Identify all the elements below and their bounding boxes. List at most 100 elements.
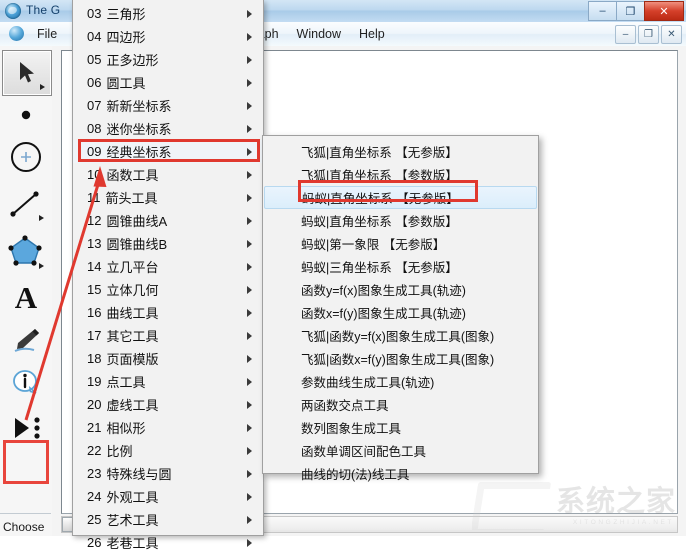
submenu-item-13[interactable]: 函数单调区间配色工具 [263,439,538,462]
menu-item-04[interactable]: 04 四边形 [73,25,263,48]
submenu-item-12[interactable]: 数列图象生成工具 [263,416,538,439]
submenu-arrow-icon [247,32,252,41]
submenu-arrow-icon [247,377,252,386]
flyout-arrow-icon[interactable] [39,215,44,221]
menu-item-label: 页面模版 [106,352,159,367]
flyout-arrow-icon[interactable] [40,84,45,90]
menu-item-number: 24 [87,489,102,504]
menu-item-26[interactable]: 26 老巷工具 [73,531,263,554]
menu-item-label: 函数工具 [106,168,159,183]
menu-item-number: 08 [87,121,102,136]
menu-item-label: 相似形 [106,421,146,436]
submenu-item-6[interactable]: 函数y=f(x)图象生成工具(轨迹) [263,278,538,301]
submenu-arrow-icon [247,285,252,294]
compass-circle-tool[interactable] [2,134,50,180]
submenu-item-9[interactable]: 飞狐|函数x=f(y)图象生成工具(图象) [263,347,538,370]
submenu-item-10[interactable]: 参数曲线生成工具(轨迹) [263,370,538,393]
menu-item-label: 虚线工具 [106,398,159,413]
menu-item-number: 07 [87,98,102,113]
menu-item-17[interactable]: 17 其它工具 [73,324,263,347]
menu-item-number: 13 [87,236,102,251]
menu-item-number: 21 [87,420,102,435]
menu-item-label: 外观工具 [106,490,159,505]
straightedge-tool[interactable] [2,182,50,226]
menu-item-15[interactable]: 15 立体几何 [73,278,263,301]
document-restore-button[interactable]: ❐ [638,25,659,44]
menu-item-number: 20 [87,397,102,412]
menu-window[interactable]: Window [288,25,350,43]
custom-tools-menu[interactable]: 03 三角形 04 四边形 05 正多边形 06 圆工具 07 新新坐标系 08 迷你坐标系… [72,0,264,551]
submenu-arrow-icon [247,538,252,547]
menu-item-03[interactable]: 03 三角形 [73,2,263,25]
document-close-button[interactable]: ✕ [661,25,682,44]
arrow-icon [20,62,34,83]
menu-item-label: 箭头工具 [105,191,158,206]
custom-tools-tool[interactable] [2,406,50,450]
menu-item-13[interactable]: 13 圆锥曲线B [73,232,263,255]
menu-item-14[interactable]: 14 立几平台 [73,255,263,278]
menu-item-23[interactable]: 23 特殊线与圆 [73,462,263,485]
submenu-item-0[interactable]: 飞狐|直角坐标系 【无参版】 [263,140,538,163]
menu-item-number: 11 [87,190,101,205]
document-window-controls: – ❐ ✕ [615,25,682,44]
submenu-arrow-icon [247,308,252,317]
submenu-item-2[interactable]: 蚂蚁|直角坐标系 【无参版】 [264,186,537,209]
menu-item-number: 15 [87,282,102,297]
point-tool[interactable] [2,98,50,132]
menu-item-25[interactable]: 25 艺术工具 [73,508,263,531]
minimize-button[interactable]: – [588,1,616,21]
submenu-item-5[interactable]: 蚂蚁|三角坐标系 【无参版】 [263,255,538,278]
text-A-icon: A [14,279,38,315]
submenu-arrow-icon [247,354,252,363]
menu-item-10[interactable]: 10 函数工具 [73,163,263,186]
menu-item-number: 18 [87,351,102,366]
submenu-item-14[interactable]: 曲线的切(法)线工具 [263,462,538,485]
submenu-item-1[interactable]: 飞狐|直角坐标系 【参数版】 [263,163,538,186]
menu-item-08[interactable]: 08 迷你坐标系 [73,117,263,140]
menu-item-24[interactable]: 24 外观工具 [73,485,263,508]
maximize-button[interactable]: ❐ [616,1,644,21]
menu-item-number: 23 [87,466,102,481]
menu-file[interactable]: File [28,25,66,43]
coordinate-system-submenu[interactable]: 飞狐|直角坐标系 【无参版】 飞狐|直角坐标系 【参数版】 蚂蚁|直角坐标系 【… [262,135,539,482]
menu-item-06[interactable]: 06 圆工具 [73,71,263,94]
information-tool[interactable] [2,362,50,404]
submenu-arrow-icon [247,170,252,179]
submenu-item-8[interactable]: 飞狐|函数y=f(x)图象生成工具(图象) [263,324,538,347]
close-button[interactable]: ✕ [644,1,684,21]
flyout-arrow-icon[interactable] [39,263,44,269]
menu-item-12[interactable]: 12 圆锥曲线A [73,209,263,232]
menu-item-20[interactable]: 20 虚线工具 [73,393,263,416]
menu-item-07[interactable]: 07 新新坐标系 [73,94,263,117]
menu-item-number: 26 [87,535,102,550]
menu-item-19[interactable]: 19 点工具 [73,370,263,393]
menu-item-label: 圆锥曲线A [106,214,168,229]
globe-icon [5,3,21,19]
document-globe-icon [9,26,24,41]
marker-tool[interactable] [2,320,50,360]
submenu-item-4[interactable]: 蚂蚁|第一象限 【无参版】 [263,232,538,255]
text-tool[interactable]: A [2,276,50,318]
document-minimize-button[interactable]: – [615,25,636,44]
menu-item-09[interactable]: 09 经典坐标系 [73,140,263,163]
submenu-item-7[interactable]: 函数x=f(y)图象生成工具(轨迹) [263,301,538,324]
menu-help[interactable]: Help [350,25,394,43]
menu-item-21[interactable]: 21 相似形 [73,416,263,439]
submenu-arrow-icon [247,101,252,110]
custom-tools-icon [15,417,40,439]
tool-palette: A Choose [0,46,53,536]
menu-item-label: 圆工具 [106,76,146,91]
menu-item-11[interactable]: 11 箭头工具 [73,186,263,209]
menu-item-number: 04 [87,29,102,44]
polygon-tool[interactable] [2,228,50,274]
menu-item-05[interactable]: 05 正多边形 [73,48,263,71]
menu-item-18[interactable]: 18 页面模版 [73,347,263,370]
menu-item-number: 17 [87,328,102,343]
menu-item-label: 点工具 [106,375,146,390]
submenu-arrow-icon [247,423,252,432]
submenu-item-3[interactable]: 蚂蚁|直角坐标系 【参数版】 [263,209,538,232]
menu-item-22[interactable]: 22 比例 [73,439,263,462]
submenu-item-11[interactable]: 两函数交点工具 [263,393,538,416]
menu-item-16[interactable]: 16 曲线工具 [73,301,263,324]
arrow-select-tool[interactable] [2,50,52,96]
